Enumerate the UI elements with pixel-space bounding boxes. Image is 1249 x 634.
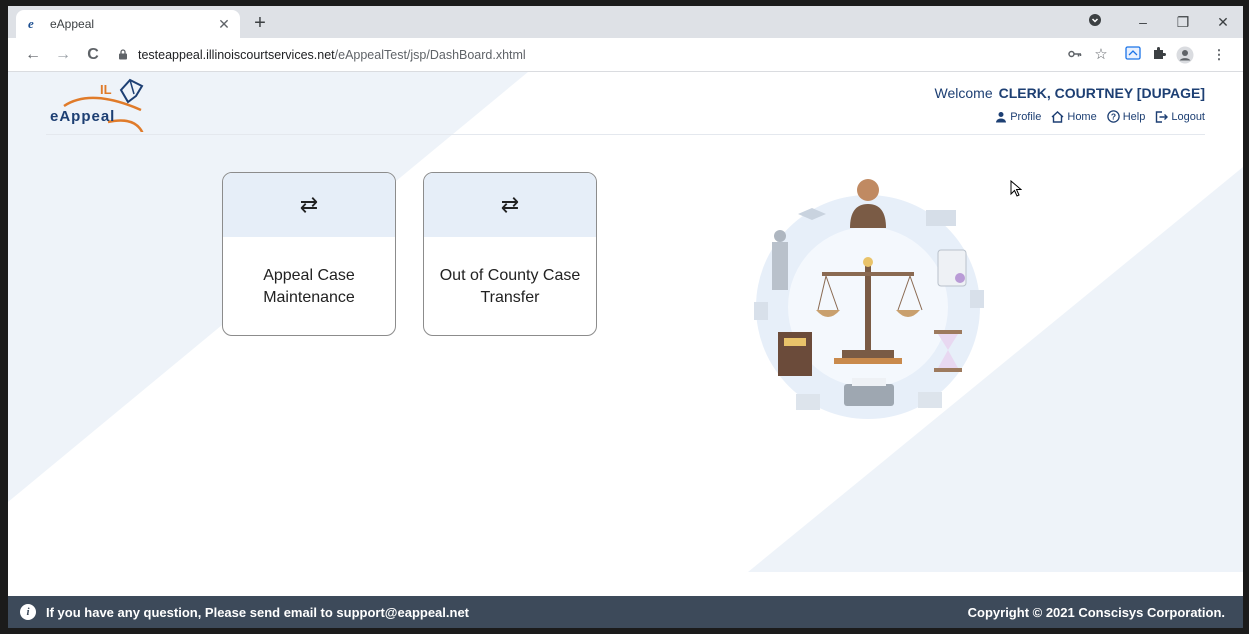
- card-header: ⇄: [424, 173, 596, 237]
- user-name: CLERK, COURTNEY [DUPAGE]: [998, 85, 1205, 101]
- info-icon: i: [20, 604, 36, 620]
- address-bar[interactable]: testeappeal.illinoiscourtservices.net/eA…: [112, 42, 712, 67]
- logout-icon: [1156, 110, 1169, 123]
- header-divider: [46, 134, 1205, 135]
- account-avatar-icon[interactable]: [1176, 46, 1194, 64]
- url-domain: testeappeal.illinoiscourtservices.net: [138, 47, 335, 62]
- out-of-county-case-transfer-card[interactable]: ⇄ Out of County Case Transfer: [423, 172, 597, 336]
- home-link[interactable]: Home: [1051, 110, 1097, 123]
- user-links: Profile Home ? Help Logout: [995, 110, 1205, 123]
- mouse-cursor-icon: [1010, 180, 1022, 197]
- background-diagonal-shapes: [8, 72, 1243, 572]
- close-window-button[interactable]: ✕: [1208, 12, 1238, 32]
- cast-extension-icon[interactable]: [1124, 46, 1142, 64]
- new-tab-button[interactable]: +: [248, 12, 272, 36]
- tab-close-icon[interactable]: ✕: [216, 16, 232, 32]
- help-link-label: Help: [1122, 110, 1146, 123]
- card-label-line1: Appeal Case: [263, 267, 355, 284]
- profile-link-label: Profile: [1010, 110, 1042, 123]
- help-icon: ?: [1106, 110, 1120, 123]
- tab-strip: e eAppeal ✕ + – ❐ ✕: [8, 6, 1243, 38]
- key-icon[interactable]: [1066, 46, 1084, 64]
- card-label-line2: Transfer: [480, 289, 540, 306]
- browser-tab[interactable]: e eAppeal ✕: [16, 10, 240, 38]
- justice-scales-illustration: [754, 179, 984, 419]
- ie-favicon-icon: e: [28, 16, 34, 31]
- url-path: /eAppealTest/jsp/DashBoard.xhtml: [334, 47, 526, 62]
- appeal-case-maintenance-card[interactable]: ⇄ Appeal Case Maintenance: [222, 172, 396, 336]
- logo-badge: IL: [100, 82, 112, 97]
- page-footer: i If you have any question, Please send …: [8, 596, 1243, 628]
- tab-title: eAppeal: [50, 17, 95, 31]
- card-label-line2: Maintenance: [263, 289, 355, 306]
- card-label: Out of County Case Transfer: [424, 237, 596, 309]
- card-header: ⇄: [223, 173, 395, 237]
- home-icon: [1051, 110, 1064, 123]
- profile-dropdown-icon[interactable]: [1080, 12, 1110, 32]
- copyright-text: Copyright © 2021 Conscisys Corporation.: [967, 604, 1225, 620]
- browser-window: e eAppeal ✕ + – ❐ ✕ ← → C testeappeal.il…: [8, 6, 1243, 628]
- browser-menu-icon[interactable]: ⋮: [1210, 46, 1228, 64]
- back-button[interactable]: ←: [22, 44, 44, 66]
- home-link-label: Home: [1067, 110, 1097, 123]
- help-link[interactable]: ? Help: [1106, 110, 1146, 123]
- star-bookmark-icon[interactable]: ☆: [1092, 46, 1110, 64]
- dashboard-page: IL eAppeal Welcome CLERK, COURTNEY [DUPAG…: [8, 72, 1243, 596]
- url-text: testeappeal.illinoiscourtservices.net/eA…: [138, 48, 526, 62]
- logo-text: eAppeal: [50, 108, 116, 125]
- exchange-arrows-icon: ⇄: [500, 192, 520, 217]
- welcome-message: Welcome CLERK, COURTNEY [DUPAGE]: [935, 85, 1205, 101]
- reload-button[interactable]: C: [82, 44, 104, 66]
- maximize-button[interactable]: ❐: [1168, 12, 1198, 32]
- card-label-line1: Out of County Case: [439, 267, 581, 284]
- logout-link[interactable]: Logout: [1155, 110, 1205, 123]
- user-icon: [996, 111, 1007, 122]
- card-label: Appeal Case Maintenance: [223, 237, 395, 309]
- svg-text:?: ?: [1111, 112, 1116, 122]
- logout-link-label: Logout: [1171, 110, 1205, 123]
- lock-icon: [119, 49, 127, 60]
- minimize-button[interactable]: –: [1128, 12, 1158, 32]
- welcome-label: Welcome: [934, 85, 993, 101]
- profile-link[interactable]: Profile: [995, 110, 1041, 123]
- eappeal-logo[interactable]: IL eAppeal: [46, 76, 156, 135]
- browser-toolbar: ← → C testeappeal.illinoiscourtservices.…: [8, 38, 1243, 72]
- forward-button[interactable]: →: [52, 44, 74, 66]
- support-message: If you have any question, Please send em…: [46, 604, 470, 620]
- extensions-puzzle-icon[interactable]: [1150, 46, 1168, 64]
- exchange-arrows-icon: ⇄: [299, 192, 319, 217]
